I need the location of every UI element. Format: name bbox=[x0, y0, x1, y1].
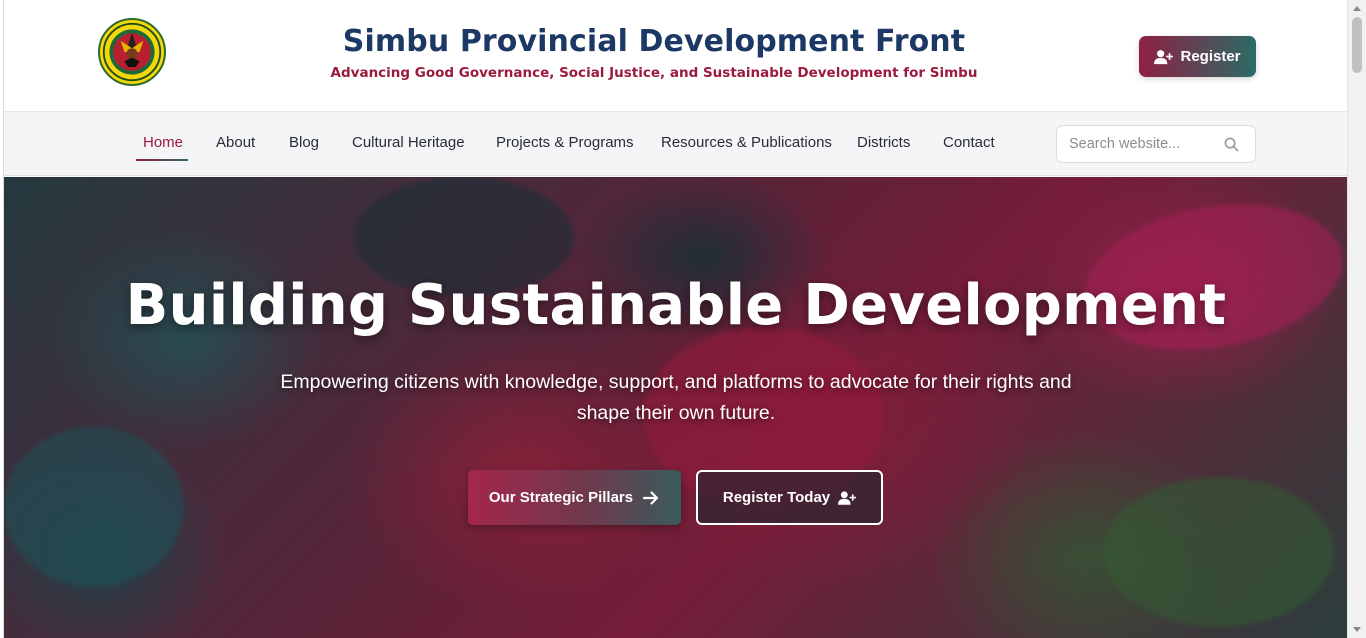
search-box bbox=[1056, 125, 1256, 163]
nav-item-cultural-heritage[interactable]: Cultural Heritage bbox=[352, 134, 465, 151]
register-button[interactable]: Register bbox=[1139, 36, 1256, 77]
site-title[interactable]: Simbu Provincial Development Front bbox=[304, 24, 1004, 59]
user-plus-icon bbox=[838, 490, 857, 505]
simbu-emblem-icon bbox=[101, 21, 163, 83]
search-icon[interactable] bbox=[1224, 137, 1239, 152]
register-today-button[interactable]: Register Today bbox=[696, 470, 883, 525]
hero-section: Building Sustainable Development Empower… bbox=[4, 177, 1347, 638]
nav-item-blog[interactable]: Blog bbox=[289, 134, 319, 151]
hero-title: Building Sustainable Development bbox=[125, 273, 1227, 338]
page-scrollbar[interactable] bbox=[1347, 0, 1366, 638]
nav-item-districts[interactable]: Districts bbox=[857, 134, 910, 151]
nav-item-home[interactable]: Home bbox=[143, 134, 183, 151]
hero-subtitle: Empowering citizens with knowledge, supp… bbox=[280, 371, 1072, 424]
scrollbar-thumb[interactable] bbox=[1352, 17, 1362, 73]
register-button-label: Register bbox=[1180, 48, 1241, 65]
site-header: Simbu Provincial Development Front Advan… bbox=[4, 0, 1347, 112]
nav-item-contact[interactable]: Contact bbox=[943, 134, 995, 151]
browser-viewport: Simbu Provincial Development Front Advan… bbox=[3, 0, 1347, 638]
scroll-up-arrow-icon[interactable] bbox=[1353, 6, 1361, 11]
nav-active-indicator bbox=[136, 159, 188, 161]
arrow-right-icon bbox=[643, 490, 659, 505]
main-nav: Home About Blog Cultural Heritage Projec… bbox=[4, 112, 1347, 176]
site-logo[interactable] bbox=[98, 18, 166, 86]
search-input[interactable] bbox=[1069, 126, 1219, 162]
nav-item-projects-programs[interactable]: Projects & Programs bbox=[496, 134, 634, 151]
user-plus-icon bbox=[1154, 49, 1174, 64]
strategic-pillars-label: Our Strategic Pillars bbox=[488, 489, 634, 506]
nav-item-resources-publications[interactable]: Resources & Publications bbox=[661, 134, 832, 151]
brand-block: Simbu Provincial Development Front Advan… bbox=[304, 24, 1004, 81]
register-today-label: Register Today bbox=[722, 489, 831, 506]
site-tagline: Advancing Good Governance, Social Justic… bbox=[330, 65, 978, 81]
strategic-pillars-button[interactable]: Our Strategic Pillars bbox=[468, 470, 681, 525]
scroll-down-arrow-icon[interactable] bbox=[1353, 627, 1361, 632]
nav-item-about[interactable]: About bbox=[216, 134, 255, 151]
